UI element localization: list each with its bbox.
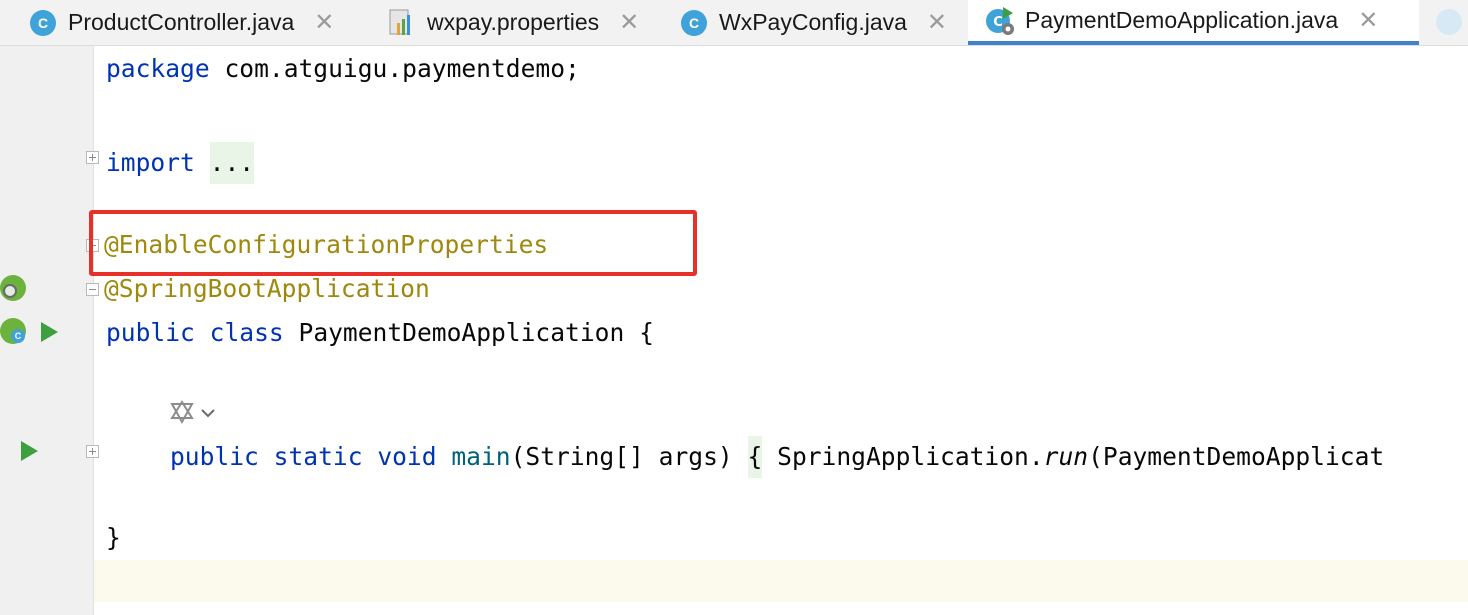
- code-line-closing-brace: }: [106, 523, 121, 552]
- run-class-icon[interactable]: [41, 322, 58, 342]
- package-name: com.atguigu.paymentdemo;: [209, 54, 580, 83]
- close-icon[interactable]: ✕: [314, 10, 334, 35]
- fold-collapse-icon[interactable]: [86, 283, 99, 296]
- keyword: import: [106, 148, 195, 177]
- spring-bean-icon[interactable]: [0, 275, 26, 301]
- code-line-main-method: public static void main(String[] args) {…: [170, 436, 1384, 478]
- close-icon[interactable]: ✕: [927, 10, 947, 35]
- tab-label: WxPayConfig.java: [719, 9, 907, 35]
- tab-wxpay-properties[interactable]: wxpay.properties ✕: [389, 0, 639, 45]
- java-class-icon: C: [30, 9, 56, 36]
- keyword: void: [377, 442, 437, 471]
- search-lens-icon: [3, 284, 17, 298]
- tab-label: ProductController.java: [68, 9, 295, 35]
- editor-tab-bar: C ProductController.java ✕ wxpay.propert…: [0, 0, 1468, 46]
- keyword: public: [106, 318, 195, 347]
- close-icon[interactable]: ✕: [1358, 8, 1378, 33]
- spring-boot-class-icon: C: [986, 6, 1014, 35]
- fold-expand-icon[interactable]: [86, 151, 99, 164]
- keyword: package: [106, 54, 210, 83]
- caret-line-highlight: [94, 560, 1468, 602]
- properties-file-icon: [389, 9, 410, 35]
- keyword: static: [273, 442, 363, 471]
- fold-expand-icon[interactable]: [86, 445, 99, 458]
- method-call: SpringApplication.: [762, 442, 1044, 471]
- method-call-run: run: [1043, 442, 1089, 471]
- code-line-package: package com.atguigu.paymentdemo;: [106, 54, 580, 84]
- next-tab-icon[interactable]: [1436, 9, 1462, 35]
- keyword: class: [209, 318, 284, 347]
- tab-payment-demo-application[interactable]: C PaymentDemoApplication.java ✕: [968, 0, 1419, 45]
- class-name: PaymentDemoApplication {: [283, 318, 654, 347]
- code-line-annotation-springboot: @SpringBootApplication: [104, 274, 430, 303]
- method-params: (String[] args): [510, 442, 748, 471]
- code-line-class-declaration: public class PaymentDemoApplication {: [106, 318, 654, 348]
- folded-brace[interactable]: {: [747, 436, 763, 478]
- folded-imports[interactable]: ...: [209, 142, 255, 184]
- tab-product-controller[interactable]: C ProductController.java ✕: [30, 0, 334, 45]
- method-call-args: (PaymentDemoApplicat: [1088, 442, 1385, 471]
- tab-label: PaymentDemoApplication.java: [1025, 7, 1339, 33]
- close-icon[interactable]: ✕: [619, 10, 639, 35]
- tab-label: wxpay.properties: [427, 9, 600, 35]
- java-class-icon: C: [681, 9, 707, 36]
- method-name: main: [451, 442, 511, 471]
- spring-bean-class-icon[interactable]: C: [0, 318, 26, 344]
- java-class-icon: C: [11, 329, 25, 343]
- ai-assist-icon[interactable]: [168, 400, 218, 426]
- code-line-import: import ...: [106, 142, 255, 184]
- highlight-box: [89, 210, 697, 276]
- tab-wxpay-config[interactable]: C WxPayConfig.java ✕: [681, 0, 947, 45]
- svg-text:C: C: [993, 15, 1003, 30]
- keyword: public: [170, 442, 259, 471]
- run-main-icon[interactable]: [21, 441, 38, 461]
